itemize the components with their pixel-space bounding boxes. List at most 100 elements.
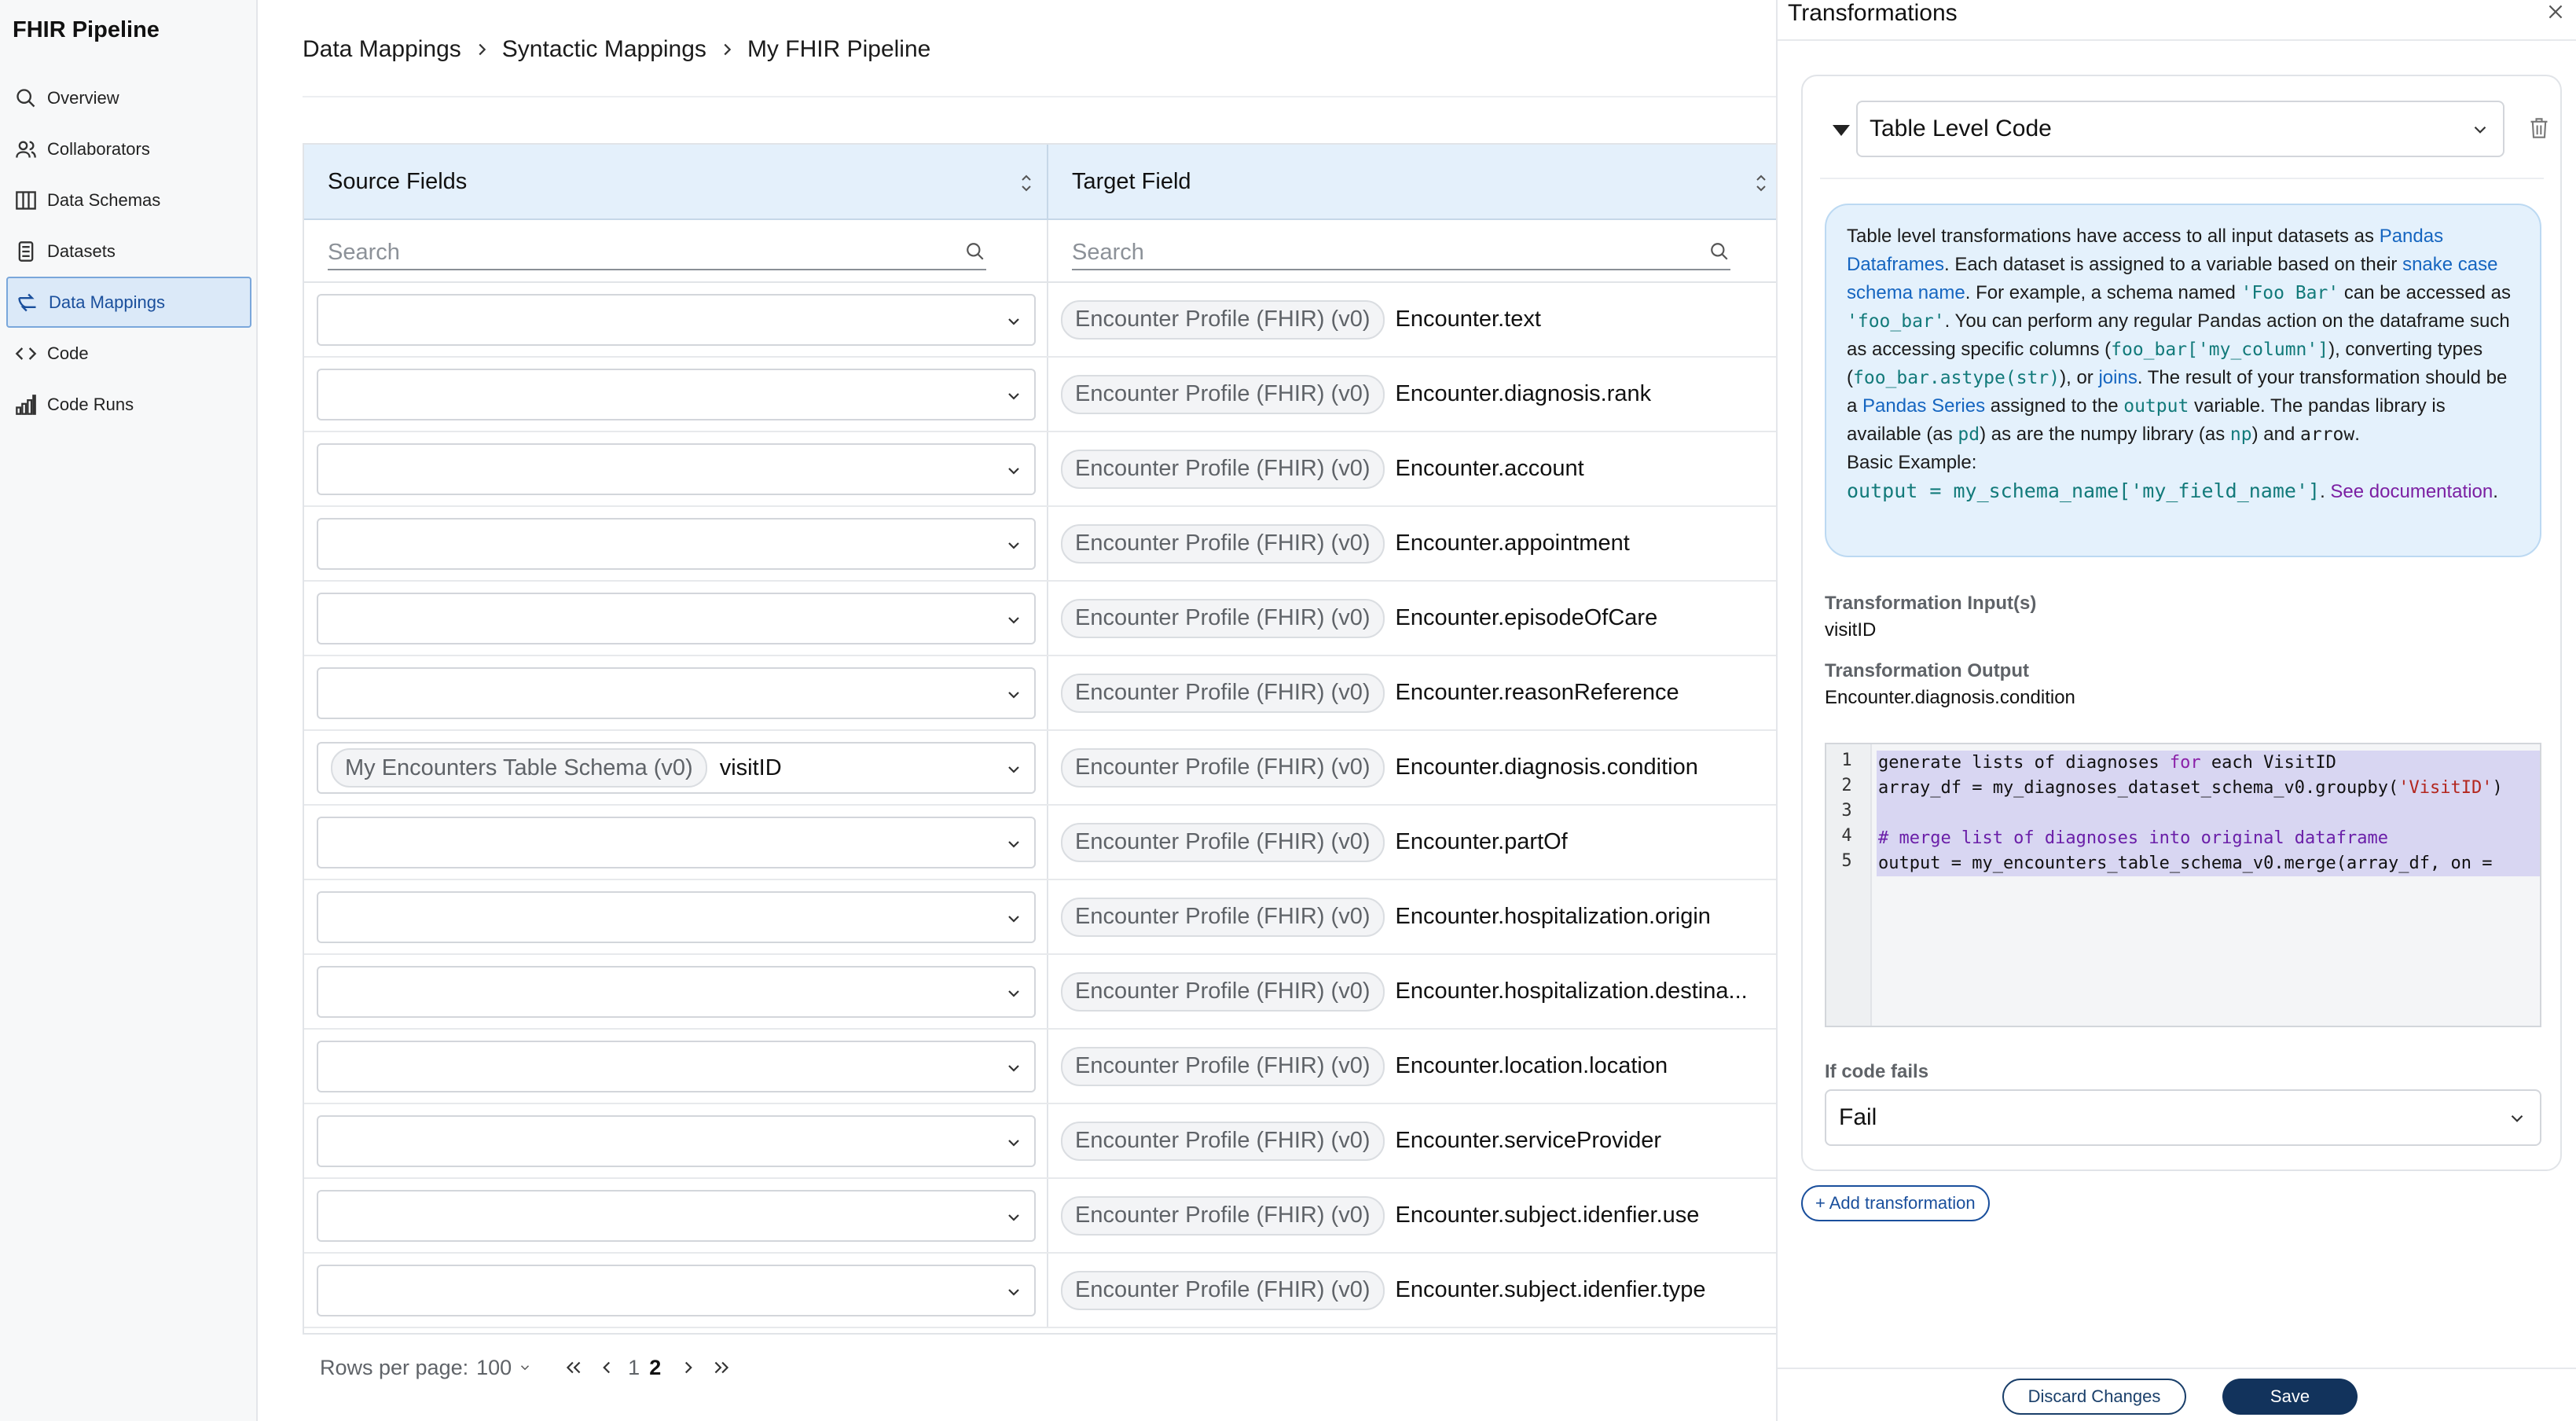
- next-page-icon[interactable]: [678, 1357, 699, 1378]
- sidebar-item-datasets[interactable]: Datasets: [6, 226, 251, 277]
- source-field-select[interactable]: [317, 518, 1036, 570]
- column-header-label: Target Field: [1072, 168, 1191, 194]
- source-cell: [304, 432, 1048, 505]
- sidebar-nav: Overview Collaborators Data Schemas Data…: [0, 72, 258, 430]
- table-row: Encounter Profile (FHIR) (v0) Encounter.a…: [304, 432, 1780, 507]
- source-field-select[interactable]: My Encounters Table Schema (v0) visitID: [317, 742, 1036, 794]
- page-1[interactable]: 1: [628, 1356, 640, 1380]
- code-editor[interactable]: 1 2 3 4 5 generate lists of diagnoses fo…: [1825, 743, 2541, 1027]
- target-field-name: Encounter.appointment: [1395, 531, 1630, 556]
- table-row: Encounter Profile (FHIR) (v0) Encounter.s…: [304, 1104, 1780, 1179]
- source-field-select[interactable]: [317, 593, 1036, 644]
- help-text: .: [2354, 424, 2360, 445]
- target-cell: Encounter Profile (FHIR) (v0) Encounter.s…: [1050, 1104, 1780, 1177]
- source-field-select[interactable]: [317, 1041, 1036, 1092]
- sidebar-item-overview[interactable]: Overview: [6, 72, 251, 123]
- search-icon[interactable]: [1708, 241, 1730, 263]
- source-field-select[interactable]: [317, 369, 1036, 420]
- column-header-source-fields[interactable]: Source Fields: [304, 145, 1048, 220]
- breadcrumb-syntactic-mappings[interactable]: Syntactic Mappings: [502, 36, 706, 63]
- source-cell: [304, 283, 1048, 356]
- documentation-link[interactable]: See documentation: [2330, 481, 2493, 502]
- rows-per-page-select[interactable]: 100: [476, 1356, 512, 1380]
- source-field-select[interactable]: [317, 294, 1036, 346]
- code-token: ): [2492, 778, 2503, 798]
- sidebar-item-data-schemas[interactable]: Data Schemas: [6, 174, 251, 226]
- target-search-input[interactable]: Search: [1072, 236, 1730, 270]
- target-field-name: Encounter.text: [1395, 307, 1541, 332]
- code-snippet: 'foo_bar': [1847, 311, 1945, 332]
- if-code-fails-select[interactable]: Fail: [1825, 1089, 2541, 1146]
- transformation-type-select[interactable]: Table Level Code: [1856, 101, 2504, 157]
- source-cell: [304, 1179, 1048, 1252]
- source-field-select[interactable]: [317, 891, 1036, 943]
- users-icon: [14, 138, 38, 161]
- target-cell: Encounter Profile (FHIR) (v0) Encounter.h…: [1050, 955, 1780, 1028]
- code-keyword: for: [2169, 753, 2201, 773]
- transformation-card: Table Level Code Table level transformat…: [1801, 75, 2562, 1171]
- search-icon[interactable]: [964, 241, 986, 263]
- target-field-name: Encounter.partOf: [1395, 829, 1568, 854]
- column-header-label: Source Fields: [328, 168, 468, 194]
- discard-changes-button[interactable]: Discard Changes: [2002, 1379, 2186, 1415]
- target-schema-chip: Encounter Profile (FHIR) (v0): [1061, 523, 1385, 564]
- sort-icon[interactable]: [1018, 173, 1034, 193]
- sidebar-item-data-mappings[interactable]: Data Mappings: [6, 277, 251, 328]
- breadcrumb-data-mappings[interactable]: Data Mappings: [303, 36, 461, 63]
- divider: [303, 96, 1776, 97]
- page-2[interactable]: 2: [649, 1356, 661, 1380]
- target-cell: Encounter Profile (FHIR) (v0) Encounter.t…: [1050, 283, 1780, 356]
- source-cell: [304, 1030, 1048, 1103]
- source-cell: [304, 955, 1048, 1028]
- transformations-panel: Transformations Table Level Code Table l…: [1776, 0, 2576, 1421]
- chevron-down-icon: [2470, 119, 2490, 140]
- joins-link[interactable]: joins: [2098, 367, 2137, 388]
- target-field-name: Encounter.reasonReference: [1395, 680, 1679, 705]
- sidebar-item-code[interactable]: Code: [6, 328, 251, 379]
- source-search-input[interactable]: Search: [328, 236, 986, 270]
- target-cell: Encounter Profile (FHIR) (v0) Encounter.s…: [1050, 1254, 1780, 1327]
- source-field-select[interactable]: [317, 966, 1036, 1018]
- mapping-icon: [16, 291, 39, 314]
- chevron-down-icon: [1004, 1208, 1023, 1227]
- source-field-select[interactable]: [317, 817, 1036, 868]
- chevron-down-icon: [1004, 909, 1023, 928]
- source-field-select[interactable]: [317, 667, 1036, 719]
- save-button[interactable]: Save: [2222, 1379, 2358, 1415]
- chevron-down-icon[interactable]: [515, 1357, 535, 1378]
- last-page-icon[interactable]: [711, 1357, 732, 1378]
- chevron-down-icon: [1004, 611, 1023, 630]
- help-text: . Each dataset is assigned to a variable…: [1944, 254, 2403, 275]
- source-field-select[interactable]: [317, 443, 1036, 495]
- sidebar-item-code-runs[interactable]: Code Runs: [6, 379, 251, 430]
- target-field-name: Encounter.subject.idenfier.type: [1395, 1277, 1706, 1302]
- source-field-select[interactable]: [317, 1115, 1036, 1167]
- add-transformation-button[interactable]: + Add transformation: [1801, 1185, 1990, 1221]
- sidebar-item-label: Collaborators: [47, 138, 150, 159]
- table-row: My Encounters Table Schema (v0) visitID En…: [304, 731, 1780, 806]
- first-page-icon[interactable]: [563, 1357, 584, 1378]
- source-field-select[interactable]: [317, 1265, 1036, 1316]
- chevron-down-icon: [1004, 312, 1023, 331]
- source-field-select[interactable]: [317, 1190, 1036, 1242]
- sidebar-item-label: Code: [47, 343, 89, 363]
- target-field-name: Encounter.subject.idenfier.use: [1395, 1203, 1700, 1228]
- collapse-caret-icon[interactable]: [1829, 119, 1853, 142]
- sidebar: FHIR Pipeline Overview Collaborators Dat…: [0, 0, 258, 1421]
- trash-icon[interactable]: [2527, 115, 2551, 141]
- app-title: FHIR Pipeline: [13, 17, 160, 42]
- chevron-down-icon: [1004, 387, 1023, 406]
- sort-icon[interactable]: [1753, 173, 1769, 193]
- sidebar-item-collaborators[interactable]: Collaborators: [6, 123, 251, 174]
- pandas-series-link[interactable]: Pandas Series: [1862, 395, 1985, 417]
- help-text: Table level transformations have access …: [1847, 226, 2380, 247]
- help-text: ) and: [2251, 424, 2300, 445]
- close-icon[interactable]: [2544, 0, 2567, 24]
- target-schema-chip: Encounter Profile (FHIR) (v0): [1061, 1195, 1385, 1236]
- transformation-type-value: Table Level Code: [1870, 116, 2052, 141]
- previous-page-icon[interactable]: [596, 1357, 617, 1378]
- column-header-target-field[interactable]: Target Field: [1048, 145, 1780, 220]
- code-snippet: foo_bar['my_column']: [2111, 340, 2329, 360]
- columns-icon: [14, 189, 38, 212]
- target-cell: Encounter Profile (FHIR) (v0) Encounter.a…: [1050, 432, 1780, 505]
